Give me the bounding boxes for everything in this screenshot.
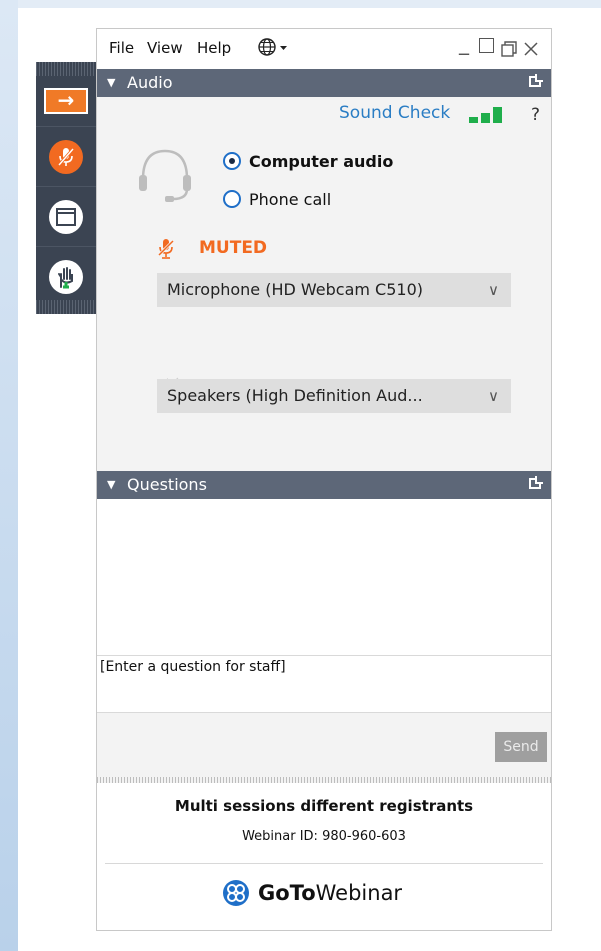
strip-grip-bottom[interactable]	[36, 300, 96, 314]
close-icon[interactable]	[523, 38, 539, 62]
mute-status: MUTED	[157, 237, 267, 259]
popout-icon[interactable]	[529, 74, 543, 87]
microphone-select-value: Microphone (HD Webcam C510)	[167, 280, 424, 299]
restore-icon[interactable]	[501, 38, 517, 62]
speakers-select-value: Speakers (High Definition Aud...	[167, 386, 423, 405]
minimize-icon[interactable]: _	[459, 31, 469, 55]
raise-hand-button[interactable]	[36, 246, 96, 307]
phone-call-option[interactable]: Phone call	[223, 187, 331, 211]
menu-view[interactable]: View	[147, 39, 183, 57]
window-icon	[49, 200, 83, 234]
session-title: Multi sessions different registrants	[174, 797, 474, 815]
divider	[105, 863, 543, 864]
globe-icon	[258, 38, 287, 56]
gotowebinar-logo: GoToWebinar	[222, 879, 402, 907]
brand-rest: Webinar	[315, 881, 403, 905]
audio-section-title: Audio	[127, 73, 173, 92]
signal-bar-2	[481, 113, 490, 123]
collapse-triangle-icon: ▼	[107, 76, 116, 89]
microphone-select[interactable]: Microphone (HD Webcam C510) ∨	[157, 273, 511, 307]
signal-bar-1	[469, 117, 478, 123]
control-panel: File View Help _ ▼ Audio Sound Check ? C…	[96, 28, 552, 931]
speakers-select[interactable]: Speakers (High Definition Aud... ∨	[157, 379, 511, 413]
screen-viewer-button[interactable]	[36, 186, 96, 247]
questions-section-title: Questions	[127, 475, 207, 494]
audio-section-header[interactable]: ▼ Audio	[97, 69, 551, 97]
computer-audio-label: Computer audio	[249, 151, 394, 171]
microphone-muted-icon	[157, 239, 175, 259]
questions-log	[97, 499, 551, 655]
question-input-placeholder: [Enter a question for staff]	[100, 659, 286, 675]
desktop-background-top	[0, 0, 601, 8]
audio-help-button[interactable]: ?	[531, 105, 540, 125]
headset-icon	[137, 145, 193, 209]
control-panel-strip: →	[36, 62, 97, 314]
strip-grip-top[interactable]	[36, 62, 96, 76]
gotowebinar-wordmark: GoToWebinar	[258, 881, 402, 905]
microphone-muted-icon	[49, 140, 83, 174]
gotowebinar-logo-icon	[223, 880, 249, 906]
audio-section: Sound Check ? Computer audio Phone call	[97, 97, 551, 471]
signal-bar-3	[493, 107, 502, 123]
menu-help[interactable]: Help	[197, 39, 231, 57]
arrow-right-icon: →	[44, 88, 88, 114]
webinar-id: Webinar ID: 980-960-603	[242, 829, 406, 844]
language-menu[interactable]	[257, 37, 291, 61]
questions-section-header[interactable]: ▼ Questions	[97, 471, 551, 499]
popout-icon[interactable]	[529, 476, 543, 489]
collapse-triangle-icon: ▼	[107, 478, 116, 491]
mute-toggle-button[interactable]	[36, 126, 96, 187]
menu-file[interactable]: File	[109, 39, 134, 57]
chevron-down-icon: ∨	[488, 387, 499, 405]
menu-bar: File View Help _	[97, 29, 551, 69]
question-input[interactable]: [Enter a question for staff]	[97, 655, 551, 713]
send-button[interactable]: Send	[495, 732, 547, 762]
collapse-panel-button[interactable]: →	[36, 76, 96, 126]
computer-audio-option[interactable]: Computer audio	[223, 149, 393, 173]
muted-label: MUTED	[199, 238, 268, 258]
sound-check-link[interactable]: Sound Check	[339, 103, 450, 123]
phone-call-label: Phone call	[249, 189, 332, 209]
brand-bold: GoTo	[258, 881, 316, 905]
desktop-background	[0, 0, 18, 951]
webinar-info-footer: Multi sessions different registrants Web…	[97, 783, 551, 930]
phone-call-radio[interactable]	[223, 190, 241, 208]
maximize-icon[interactable]	[479, 38, 494, 53]
chevron-down-icon: ∨	[488, 281, 499, 299]
raise-hand-icon	[49, 260, 83, 294]
computer-audio-radio[interactable]	[223, 152, 241, 170]
